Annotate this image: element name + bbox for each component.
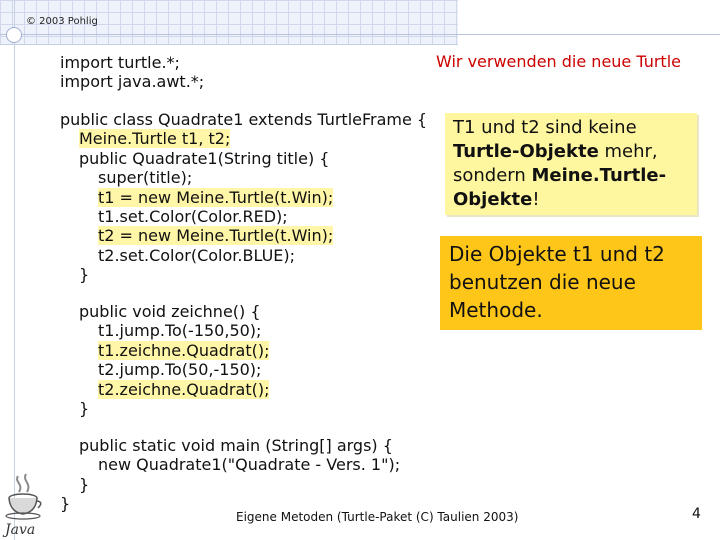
code-line-text: new Quadrate1("Quadrate - Vers. 1"); — [98, 455, 401, 475]
java-logo-text: Java — [2, 522, 35, 538]
code-line: public static void main (String[] args) … — [60, 436, 400, 455]
code-line: t2.jump.To(50,-150); — [60, 360, 269, 379]
code-line: t2.set.Color(Color.BLUE); — [60, 246, 427, 265]
code-line-text: } — [60, 494, 71, 514]
code-line-text: import turtle.*; — [60, 53, 180, 72]
page-number: 4 — [692, 506, 701, 522]
header-circle-ornament — [6, 27, 22, 43]
code-method-block: public void zeichne() {t1.jump.To(-150,5… — [60, 302, 270, 418]
code-line-text: public void zeichne() { — [79, 302, 261, 321]
note1-text-3: ! — [532, 189, 540, 210]
code-line-text: t2.set.Color(Color.BLUE); — [98, 245, 296, 265]
code-line: } — [60, 399, 269, 418]
code-line-text: public class Quadrate1 extends TurtleFra… — [60, 110, 428, 129]
code-line-text: import java.awt.*; — [60, 72, 205, 92]
slide-subtitle: Wir verwenden die neue Turtle — [436, 52, 681, 71]
code-line-text: } — [79, 398, 90, 418]
code-line: public class Quadrate1 extends TurtleFra… — [60, 110, 427, 129]
code-line-text: t1.jump.To(-150,50); — [98, 321, 262, 341]
code-line-text: t1 = new Meine.Turtle(t.Win); — [98, 187, 334, 207]
code-line: } — [60, 265, 427, 284]
left-margin-line — [14, 0, 15, 540]
code-line: public void zeichne() { — [60, 302, 269, 321]
code-class-block: public class Quadrate1 extends TurtleFra… — [60, 110, 427, 285]
code-line: t2 = new Meine.Turtle(t.Win); — [60, 226, 427, 246]
code-line: Meine.Turtle t1, t2; — [60, 129, 427, 149]
code-line-text: } — [79, 265, 90, 285]
footer-text: Eigene Metoden (Turtle-Paket (C) Taulien… — [236, 510, 519, 524]
code-line-text: t1.set.Color(Color.RED); — [98, 206, 288, 226]
code-line-text: t2 = new Meine.Turtle(t.Win); — [98, 226, 334, 246]
code-line-text: t2.jump.To(50,-150); — [98, 360, 262, 380]
code-line: super(title); — [60, 168, 427, 187]
code-line: t1.zeichne.Quadrat(); — [60, 340, 270, 360]
code-line: } — [60, 475, 400, 494]
code-line: public Quadrate1(String title) { — [60, 149, 427, 168]
code-line-text: public Quadrate1(String title) { — [79, 148, 330, 168]
code-line: t1 = new Meine.Turtle(t.Win); — [60, 187, 427, 207]
code-line: t1.jump.To(-150,50); — [60, 321, 269, 340]
note-turtle-objects: T1 und t2 sind keine Turtle-Objekte mehr… — [445, 113, 697, 215]
note-new-method: Die Objekte t1 und t2 benutzen die neue … — [440, 236, 702, 330]
note1-bold-1: Turtle-Objekte — [453, 141, 599, 162]
code-line: import turtle.*; — [60, 53, 204, 72]
code-line-text: t2.zeichne.Quadrat(); — [98, 379, 270, 399]
code-line-text: super(title); — [98, 168, 193, 188]
note1-text-1: T1 und t2 sind keine — [453, 117, 637, 138]
copyright-label: © 2003 Pohlig — [26, 16, 98, 27]
code-line: import java.awt.*; — [60, 72, 204, 91]
code-line-text: t1.zeichne.Quadrat(); — [98, 340, 270, 360]
code-line-text: } — [79, 474, 90, 494]
code-line-text: public static void main (String[] args) … — [79, 436, 393, 455]
code-imports: import turtle.*; import java.awt.*; — [60, 53, 204, 92]
code-line: new Quadrate1("Quadrate - Vers. 1"); — [60, 455, 400, 474]
code-main-block: public static void main (String[] args) … — [60, 436, 400, 514]
code-line: t1.set.Color(Color.RED); — [60, 207, 427, 226]
header-divider — [0, 34, 720, 35]
code-line-text: Meine.Turtle t1, t2; — [79, 129, 231, 149]
java-coffee-cup-icon: Java — [2, 473, 42, 538]
code-line: t2.zeichne.Quadrat(); — [60, 379, 270, 399]
